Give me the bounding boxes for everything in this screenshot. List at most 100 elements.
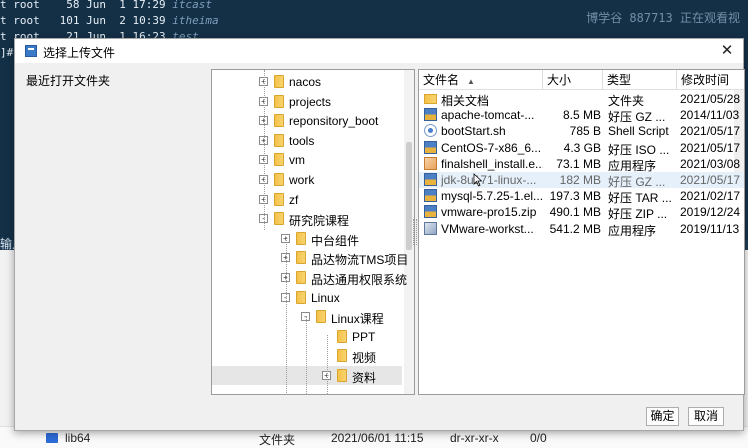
file-row[interactable]: 相关文档 文件夹 2021/05/28: [419, 91, 744, 108]
file-row[interactable]: vmware-pro15.zip 490.1 MB 好压 ZIP ... 2019/1…: [419, 204, 744, 221]
folder-icon: [274, 192, 284, 206]
cancel-button[interactable]: 取消: [688, 407, 724, 426]
exe-file-icon: [424, 156, 437, 170]
folder-icon: [274, 153, 284, 167]
tree-item[interactable]: + nacos: [212, 72, 402, 91]
tree-item[interactable]: + 品达物流TMS项目: [212, 248, 408, 267]
tree-item[interactable]: + 资料: [212, 366, 402, 385]
file-name: apache-tomcat-...: [441, 108, 535, 123]
file-name: vmware-pro15.zip: [441, 205, 537, 220]
ok-button[interactable]: 确定: [646, 407, 679, 426]
tree-item[interactable]: - 研究院课程: [212, 209, 402, 228]
archive-file-icon: [424, 108, 437, 122]
tree-item-label: 品达通用权限系统: [311, 273, 408, 287]
file-row[interactable]: jdk-8u171-linux-... 182 MB 好压 GZ ... 2021/0…: [419, 172, 744, 189]
pane-splitter[interactable]: [413, 219, 417, 245]
tree-scrollbar-thumb[interactable]: [406, 142, 412, 250]
archive-file-icon: [424, 205, 437, 219]
tree-item-label: tools: [289, 133, 315, 148]
folder-icon: [274, 173, 284, 186]
dialog-title-bar: 选择上传文件 ✕: [15, 39, 743, 63]
file-row[interactable]: mysql-5.7.25-1.el... 197.3 MB 好压 TAR ... 20…: [419, 188, 744, 205]
tree-item[interactable]: + 中台组件: [212, 229, 402, 248]
tree-item[interactable]: - Linux课程: [212, 307, 402, 326]
tree-item-label: projects: [289, 94, 332, 109]
tree-item[interactable]: + tools: [212, 131, 402, 150]
folder-icon: [296, 271, 306, 284]
folder-icon: [274, 114, 284, 128]
tree-item-label: Linux: [311, 290, 340, 305]
column-header-name[interactable]: 文件名 ▲: [419, 70, 543, 90]
tree-guide-line: [286, 237, 287, 394]
recent-folders-label[interactable]: 最近打开文件夹: [26, 72, 110, 89]
folder-icon: [274, 94, 284, 108]
tree-item[interactable]: + projects: [212, 92, 402, 111]
column-header-date[interactable]: 修改时间: [677, 70, 744, 90]
file-name: VMware-workst...: [441, 221, 534, 236]
tree-item-label: PPT: [352, 329, 376, 344]
app-window-icon: [25, 45, 37, 57]
tree-guide-line: [327, 335, 328, 394]
folder-file-icon: [424, 94, 437, 104]
folder-icon: [337, 369, 347, 382]
file-name: bootStart.sh: [441, 124, 506, 139]
tree-item-label: zf: [289, 192, 299, 207]
file-list[interactable]: 文件名 ▲ 大小 类型 修改时间 相关文档 文件夹 2021/05/28 apache-…: [418, 69, 745, 395]
file-date: 2021/02/17: [680, 189, 741, 204]
tree-item[interactable]: PPT: [212, 327, 402, 346]
tree-item[interactable]: + work: [212, 170, 402, 189]
vm-file-icon: [424, 221, 437, 235]
file-date: 2014/11/03: [680, 108, 740, 123]
file-size: 490.1 MB: [549, 205, 601, 220]
file-date: 2021/03/08: [680, 156, 741, 171]
tree-guide-line: [264, 70, 265, 230]
folder-icon: [274, 212, 284, 226]
file-size: 197.3 MB: [549, 189, 601, 204]
file-name: jdk-8u171-linux-...: [441, 173, 537, 187]
file-name: CentOS-7-x86_6...: [441, 140, 542, 155]
archive-file-icon: [424, 140, 437, 154]
tree-item[interactable]: + 品达通用权限系统: [212, 268, 407, 287]
tree-item[interactable]: + zf: [212, 190, 402, 209]
tree-item[interactable]: - Linux: [212, 288, 402, 307]
column-header-type[interactable]: 类型: [603, 70, 677, 90]
file-size: 541.2 MB: [549, 221, 601, 236]
tree-item-label: work: [289, 173, 315, 187]
terminal-line: t root 101 Jun 2 10:39 itheima: [0, 14, 219, 27]
file-row[interactable]: finalshell_install.e... 73.1 MB 应用程序 2021/0…: [419, 156, 744, 173]
upload-dialog: 选择上传文件 ✕ 最近打开文件夹 + nacos + projects + reponsi…: [14, 38, 745, 431]
folder-icon: [337, 329, 347, 343]
folder-icon: [274, 75, 284, 88]
watermark: 博学谷 887713 正在观看视: [586, 11, 740, 25]
file-type: Shell Script: [608, 124, 669, 139]
tree-item[interactable]: + vm: [212, 150, 402, 169]
file-date: 2019/11/13: [680, 221, 740, 236]
tree-item-label: 研究院课程: [289, 214, 350, 229]
tree-item[interactable]: 视频: [212, 346, 402, 365]
column-header-size[interactable]: 大小: [543, 70, 603, 90]
file-type: 应用程序: [608, 223, 657, 238]
tree-item[interactable]: + reponsitory_boot: [212, 111, 402, 130]
folder-icon: [296, 290, 306, 304]
file-date: 2021/05/17: [680, 173, 741, 187]
file-size: 182 MB: [559, 173, 601, 187]
archive-file-icon: [424, 173, 437, 186]
folder-icon: [316, 310, 326, 324]
tree-item-label: vm: [289, 153, 305, 168]
folder-icon: [337, 349, 347, 363]
file-row[interactable]: VMware-workst... 541.2 MB 应用程序 2019/11/13: [419, 221, 744, 238]
folder-tree[interactable]: + nacos + projects + reponsitory_boot + tools + v…: [211, 69, 415, 395]
tree-item-label: 资料: [352, 371, 377, 385]
file-size: 8.5 MB: [562, 108, 601, 123]
sort-ascending-icon: ▲: [467, 77, 475, 86]
file-row[interactable]: CentOS-7-x86_6... 4.3 GB 好压 ISO ... 2021/05…: [419, 140, 744, 157]
file-row[interactable]: bootStart.sh 785 B Shell Script 2021/05/17: [419, 123, 744, 139]
file-date: 2021/05/28: [680, 92, 741, 106]
file-list-header: 文件名 ▲ 大小 类型 修改时间: [419, 70, 744, 90]
file-row[interactable]: apache-tomcat-... 8.5 MB 好压 GZ ... 2014/11/…: [419, 107, 744, 124]
dialog-title: 选择上传文件: [43, 46, 116, 60]
tree-item-label: 视频: [352, 351, 377, 366]
file-size: 4.3 GB: [563, 140, 601, 155]
close-button[interactable]: ✕: [717, 41, 737, 61]
folder-icon: [274, 133, 284, 147]
